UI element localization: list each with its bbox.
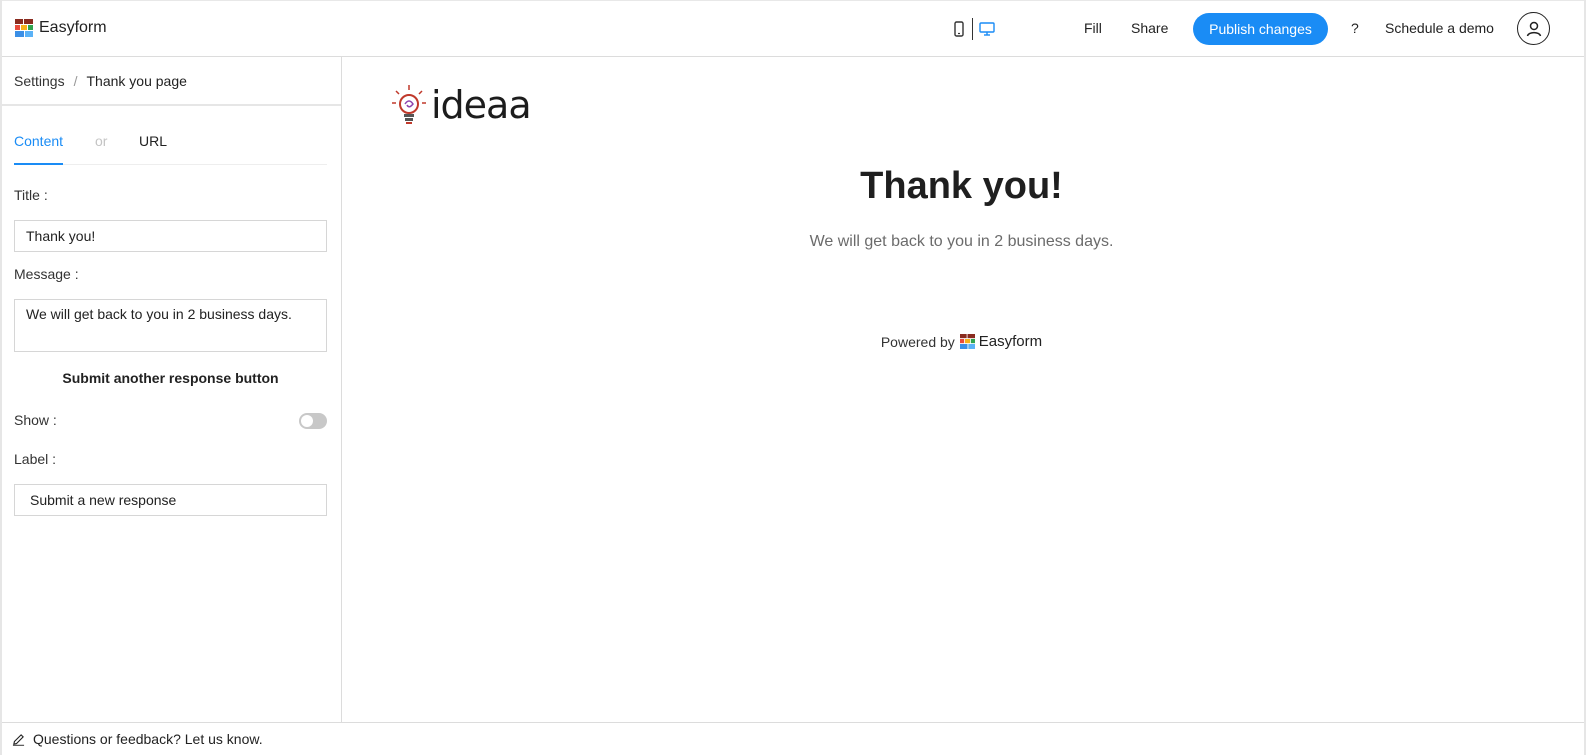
easyform-logo-icon	[15, 19, 33, 37]
thank-you-preview: ideaa Thank you! We will get back to you…	[343, 57, 1584, 722]
button-label-input[interactable]	[14, 484, 327, 516]
feedback-link[interactable]: Questions or feedback? Let us know.	[33, 731, 263, 747]
user-icon	[1526, 21, 1541, 36]
powered-by-brand: Easyform	[978, 333, 1043, 350]
share-link[interactable]: Share	[1131, 20, 1168, 36]
feedback-bar: Questions or feedback? Let us know.	[2, 722, 1584, 755]
powered-by-label: Powered by	[880, 333, 955, 350]
mobile-device-icon[interactable]	[952, 21, 966, 37]
title-label: Title :	[14, 187, 48, 203]
breadcrumb-settings[interactable]: Settings	[14, 73, 65, 89]
ideaa-logo-text: ideaa	[431, 83, 532, 127]
tab-content[interactable]: Content	[14, 133, 64, 165]
app-window: Easyform Fill Share Publish changes ? Sc…	[0, 0, 1586, 755]
publish-changes-button[interactable]: Publish changes	[1193, 13, 1328, 45]
desktop-device-icon[interactable]	[979, 21, 995, 37]
lightbulb-icon	[392, 85, 426, 124]
show-toggle[interactable]	[299, 413, 327, 429]
easyform-logo-icon	[959, 334, 975, 349]
label-label: Label :	[14, 451, 57, 467]
preview-message: We will get back to you in 2 business da…	[809, 233, 1114, 250]
brand[interactable]: Easyform	[15, 19, 107, 37]
pencil-icon	[12, 733, 25, 746]
avatar[interactable]	[1517, 12, 1550, 45]
schedule-demo-link[interactable]: Schedule a demo	[1385, 20, 1494, 36]
breadcrumb-separator: /	[73, 72, 78, 89]
device-separator	[972, 18, 973, 40]
powered-by[interactable]: Powered by Easyform	[343, 333, 1580, 350]
show-label: Show :	[14, 412, 57, 428]
breadcrumb-current: Thank you page	[86, 72, 187, 89]
tab-bar: Content or URL	[14, 119, 327, 165]
preview-title: Thank you!	[860, 165, 1063, 207]
settings-sidebar: Settings / Thank you page Content or URL…	[2, 57, 342, 722]
message-label: Message :	[14, 266, 79, 282]
toggle-knob	[301, 415, 313, 427]
device-switch	[952, 18, 995, 40]
breadcrumb: Settings / Thank you page	[2, 57, 341, 106]
title-input[interactable]	[14, 220, 327, 252]
fill-link[interactable]: Fill	[1084, 20, 1102, 36]
tab-url[interactable]: URL	[139, 133, 167, 149]
submit-another-heading: Submit another response button	[62, 370, 279, 386]
tab-or-separator: or	[95, 133, 108, 149]
message-textarea[interactable]: We will get back to you in 2 business da…	[14, 299, 327, 352]
help-button[interactable]: ?	[1351, 20, 1359, 36]
brand-name: Easyform	[39, 19, 107, 36]
top-bar: Easyform Fill Share Publish changes ? Sc…	[2, 0, 1584, 57]
ideaa-logo: ideaa	[389, 83, 532, 127]
